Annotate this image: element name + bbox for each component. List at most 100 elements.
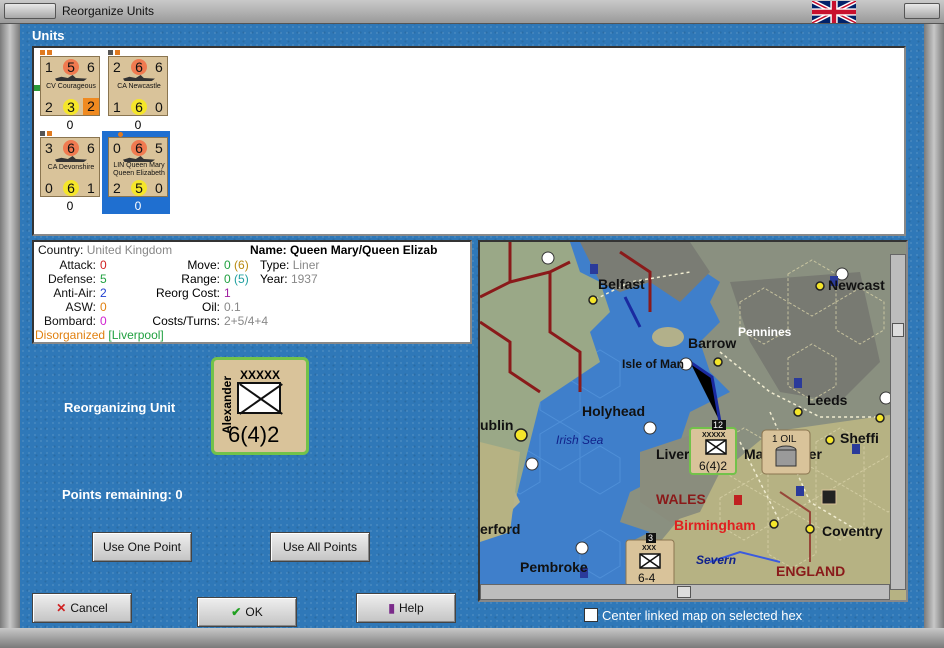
reorg-cost-value: 1 <box>224 286 231 300</box>
counter-name: CV Courageous <box>46 83 96 90</box>
window-close-button[interactable] <box>904 3 940 19</box>
bombard-value: 0 <box>100 314 107 328</box>
move-base-value: (6) <box>234 258 249 272</box>
use-one-point-button[interactable]: Use One Point <box>92 532 192 562</box>
unit-counter-ca-devonshire[interactable]: 3 6 6 CA Devonshire 0 6 1 <box>40 137 100 197</box>
counter-stat: 3 <box>63 99 79 115</box>
center-map-label: Center linked map on selected hex <box>602 608 803 623</box>
counter-stat: 5 <box>155 140 163 156</box>
map-label-coventry: Coventry <box>822 523 883 539</box>
map-label-sheffield: Sheffi <box>840 430 879 446</box>
attack-label: Attack: <box>59 258 96 272</box>
window-title: Reorganize Units <box>62 4 155 18</box>
window-menu-button[interactable] <box>4 3 56 19</box>
points-remaining-value: 0 <box>175 487 183 502</box>
counter-stat: 5 <box>63 59 79 75</box>
center-map-checkbox[interactable] <box>584 608 598 622</box>
map-label-irish-sea: Irish Sea <box>556 433 604 447</box>
counter-stat: 0 <box>155 99 163 115</box>
cancel-x-icon: ✕ <box>56 601 67 615</box>
map-label-england: ENGLAND <box>776 563 845 579</box>
counter-stat: 5 <box>131 180 147 196</box>
map-vertical-scrollbar[interactable] <box>890 254 906 590</box>
title-bar: Reorganize Units <box>0 0 944 24</box>
uk-flag-icon <box>812 1 856 23</box>
range-base-value: (5) <box>234 272 249 286</box>
checkmark-icon: ✔ <box>231 605 242 619</box>
left-frame <box>0 24 20 628</box>
reorganizing-unit-label: Reorganizing Unit <box>64 400 176 415</box>
defense-value: 5 <box>100 272 107 286</box>
horizontal-scroll-thumb[interactable] <box>677 586 691 598</box>
corps-stack-count: 3 <box>648 533 653 543</box>
map-label-belfast: Belfast <box>598 276 645 292</box>
name-value: Queen Mary/Queen Elizab <box>290 243 438 257</box>
unit-counter-ca-newcastle[interactable]: 2 6 6 CA Newcastle 1 6 0 <box>108 56 168 116</box>
infantry-symbol-icon <box>237 382 281 414</box>
map-label-wales: WALES <box>656 491 706 507</box>
map-label-pembroke: Pembroke <box>520 559 588 575</box>
unit-marker-icon <box>108 50 113 55</box>
map-label-waterford: erford <box>480 521 520 537</box>
country-value: United Kingdom <box>86 243 173 257</box>
oil-value: 0.1 <box>224 300 241 314</box>
unit-count: 0 <box>134 199 142 213</box>
country-label: Country: <box>38 243 84 257</box>
map-army-unit[interactable]: 12 XXXXX 6(4)2 <box>689 420 737 475</box>
map-label-dublin: ublin <box>480 417 513 433</box>
ok-button[interactable]: ✔ OK <box>197 597 297 627</box>
unit-counter-cv-courageous[interactable]: 1 5 6 CV Courageous 2 3 2 <box>40 56 100 116</box>
unit-count: 0 <box>134 118 142 132</box>
map-label-barrow: Barrow <box>688 335 736 351</box>
year-value: 1937 <box>290 272 318 286</box>
type-label: Type: <box>260 258 290 272</box>
map-label-liverpool: Liver <box>656 446 690 462</box>
counter-stat: 0 <box>113 140 121 156</box>
oil-label: Oil: <box>202 300 220 314</box>
counter-name: LIN Queen Mary Queen Elizabeth <box>109 162 169 178</box>
counter-name-line: LIN Queen Mary <box>113 162 165 169</box>
status-value: Disorganized <box>35 328 106 342</box>
oil-label: 1 OIL <box>772 434 797 445</box>
main-panel: Units 1 5 6 CV Courageous 2 3 2 0 2 6 6 … <box>20 24 924 628</box>
counter-stat: 0 <box>155 180 163 196</box>
counter-stat: 2 <box>83 98 99 115</box>
move-label: Move: <box>187 258 220 272</box>
map-label-severn: Severn <box>696 553 736 567</box>
counter-stat: 6 <box>131 140 147 156</box>
map-label-leeds: Leeds <box>807 392 848 408</box>
map-label-newcastle: Newcast <box>828 277 885 293</box>
counter-stat: 1 <box>87 180 95 196</box>
units-list: 1 5 6 CV Courageous 2 3 2 0 2 6 6 CA New… <box>32 46 906 236</box>
counter-name-line: Queen Elizabeth <box>113 170 165 177</box>
use-all-points-button[interactable]: Use All Points <box>270 532 370 562</box>
cancel-button[interactable]: ✕ Cancel <box>32 593 132 623</box>
map-label-holyhead: Holyhead <box>582 403 645 419</box>
map-canvas: Belfast Newcast Barrow Pennines Isle of … <box>480 242 906 600</box>
unit-count: 0 <box>66 199 74 213</box>
unit-marker-icon <box>40 50 45 55</box>
map-oil-resource: 1 OIL <box>761 429 811 475</box>
year-label: Year: <box>260 272 288 286</box>
vertical-scroll-thumb[interactable] <box>892 323 904 337</box>
army-stack-count: 12 <box>713 420 723 430</box>
ship-icon <box>55 156 87 162</box>
defense-label: Defense: <box>47 272 96 286</box>
corps-strength: 6-4 <box>638 571 656 585</box>
right-frame <box>924 24 944 628</box>
costs-turns-value: 2+5/4+4 <box>224 314 269 328</box>
counter-stat: 1 <box>45 59 53 75</box>
ship-icon <box>55 75 87 81</box>
map-label-isle-of-man: Isle of Man <box>622 357 684 371</box>
asw-value: 0 <box>100 300 107 314</box>
map-label-pennines: Pennines <box>738 325 792 339</box>
counter-stat: 1 <box>113 99 121 115</box>
map-horizontal-scrollbar[interactable] <box>480 584 890 600</box>
linked-map[interactable]: Belfast Newcast Barrow Pennines Isle of … <box>478 240 908 602</box>
help-button[interactable]: ▮ Help <box>356 593 456 623</box>
help-label: Help <box>398 601 424 615</box>
map-corps-unit[interactable]: 3 XXX 6-4 <box>625 533 675 587</box>
ship-icon <box>123 75 155 81</box>
unit-counter-lin-queen-mary[interactable]: 0 6 5 LIN Queen Mary Queen Elizabeth 2 5… <box>108 137 168 197</box>
fort-icon <box>821 489 837 505</box>
